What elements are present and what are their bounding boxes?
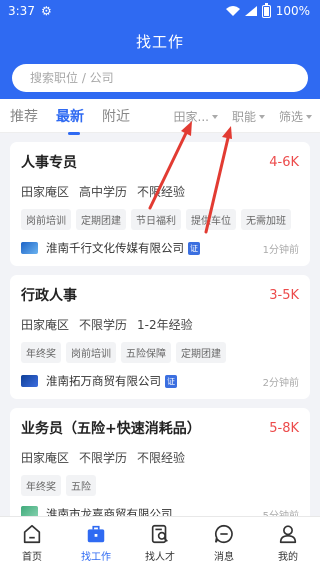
- job-tag: 五险保障: [121, 342, 171, 363]
- nav-find-talent[interactable]: 找人才: [130, 523, 190, 563]
- bottom-nav: 首页 找工作 找人才 消息 我的: [0, 516, 320, 568]
- signal-icon: [244, 6, 257, 16]
- job-experience: 不限经验: [137, 185, 186, 199]
- job-tag: 年终奖: [21, 342, 61, 363]
- company-name: 淮南千行文化传媒有限公司: [46, 241, 184, 255]
- job-education: 不限学历: [79, 451, 128, 465]
- battery-icon: [261, 2, 271, 18]
- job-card[interactable]: 人事专员 4-6K 田家庵区 高中学历 不限经验 岗前培训 定期团建 节日福利 …: [10, 142, 310, 266]
- home-icon: [23, 524, 41, 543]
- filter-area-label: 田家...: [173, 109, 209, 124]
- filter-function[interactable]: 职能: [232, 108, 265, 125]
- job-education: 不限学历: [79, 318, 128, 332]
- job-location: 田家庵区: [21, 451, 70, 465]
- tab-bar: 推荐 最新 附近 田家... 职能 筛选: [0, 99, 320, 135]
- job-tag: 岗前培训: [66, 342, 116, 363]
- company-name: 淮南拓万商贸有限公司: [46, 374, 161, 388]
- app-header: 3:37 ⚙ 100% 找工作: [0, 0, 320, 99]
- job-tag: 年终奖: [21, 475, 61, 496]
- job-tag: 节日福利: [131, 209, 181, 230]
- job-experience: 1-2年经验: [137, 318, 193, 332]
- nav-messages-label: 消息: [214, 551, 234, 563]
- briefcase-icon: [87, 525, 105, 542]
- message-icon: [214, 524, 233, 543]
- job-tag: 岗前培训: [21, 209, 71, 230]
- nav-home-label: 首页: [22, 551, 42, 563]
- nav-profile-label: 我的: [278, 551, 298, 563]
- caret-down-icon: [258, 115, 265, 119]
- filter-function-label: 职能: [231, 109, 256, 124]
- search-talent-icon: [151, 524, 168, 543]
- verified-badge: 证: [165, 374, 177, 388]
- job-tags: 年终奖 五险: [21, 475, 299, 496]
- verified-badge: 证: [188, 241, 200, 255]
- tab-recommend[interactable]: 推荐: [0, 106, 38, 126]
- job-location: 田家庵区: [21, 318, 70, 332]
- job-tag: 提供车位: [186, 209, 236, 230]
- job-tag: 五险: [66, 475, 96, 496]
- search-input[interactable]: [30, 71, 308, 85]
- nav-find-job[interactable]: 找工作: [66, 523, 126, 563]
- caret-down-icon: [306, 115, 312, 119]
- filter-group: 田家... 职能 筛选: [174, 99, 312, 133]
- status-time: 3:37: [8, 4, 35, 18]
- user-icon: [279, 524, 297, 543]
- filter-area[interactable]: 田家...: [174, 108, 218, 125]
- job-list: 人事专员 4-6K 田家庵区 高中学历 不限经验 岗前培训 定期团建 节日福利 …: [0, 133, 320, 532]
- search-bar[interactable]: [12, 64, 308, 92]
- job-tags: 年终奖 岗前培训 五险保障 定期团建: [21, 342, 299, 363]
- post-time: 1分钟前: [262, 244, 299, 256]
- company-logo: [21, 375, 38, 387]
- company-logo: [21, 242, 38, 254]
- job-card[interactable]: 业务员（五险+快速消耗品） 5-8K 田家庵区 不限学历 不限经验 年终奖 五险…: [10, 408, 310, 532]
- job-location: 田家庵区: [21, 185, 70, 199]
- job-experience: 不限经验: [137, 451, 186, 465]
- tab-latest[interactable]: 最新: [46, 106, 84, 135]
- job-salary: 5-8K: [269, 420, 299, 436]
- tab-nearby[interactable]: 附近: [92, 106, 130, 126]
- job-title: 业务员（五险+快速消耗品）: [21, 421, 201, 437]
- job-title: 行政人事: [21, 288, 77, 304]
- job-education: 高中学历: [79, 185, 128, 199]
- nav-profile[interactable]: 我的: [258, 523, 318, 563]
- job-card[interactable]: 行政人事 3-5K 田家庵区 不限学历 1-2年经验 年终奖 岗前培训 五险保障…: [10, 275, 310, 399]
- nav-home[interactable]: 首页: [2, 523, 62, 563]
- job-requirements: 田家庵区 不限学历 1-2年经验: [21, 316, 299, 333]
- post-time: 2分钟前: [262, 377, 299, 389]
- filter-screen-label: 筛选: [278, 109, 303, 124]
- job-tag: 定期团建: [76, 209, 126, 230]
- caret-down-icon: [211, 115, 218, 119]
- job-salary: 4-6K: [269, 154, 299, 170]
- nav-find-talent-label: 找人才: [145, 551, 175, 563]
- company-row: 淮南千行文化传媒有限公司 证 1分钟前: [21, 240, 299, 256]
- battery-percent: 100%: [275, 4, 310, 18]
- status-bar: 3:37 ⚙ 100%: [0, 0, 320, 22]
- wifi-icon: [225, 6, 240, 16]
- page-title: 找工作: [135, 33, 184, 51]
- company-row: 淮南拓万商贸有限公司 证 2分钟前: [21, 373, 299, 389]
- filter-screen[interactable]: 筛选: [279, 108, 312, 125]
- job-title: 人事专员: [21, 155, 77, 171]
- job-tags: 岗前培训 定期团建 节日福利 提供车位 无需加班: [21, 209, 299, 230]
- nav-messages[interactable]: 消息: [194, 523, 254, 563]
- job-requirements: 田家庵区 不限学历 不限经验: [21, 449, 299, 466]
- job-requirements: 田家庵区 高中学历 不限经验: [21, 183, 299, 200]
- job-tag: 定期团建: [176, 342, 226, 363]
- job-salary: 3-5K: [269, 287, 299, 303]
- nav-find-job-label: 找工作: [81, 551, 111, 563]
- job-tag: 无需加班: [241, 209, 291, 230]
- gear-icon: ⚙: [40, 4, 52, 18]
